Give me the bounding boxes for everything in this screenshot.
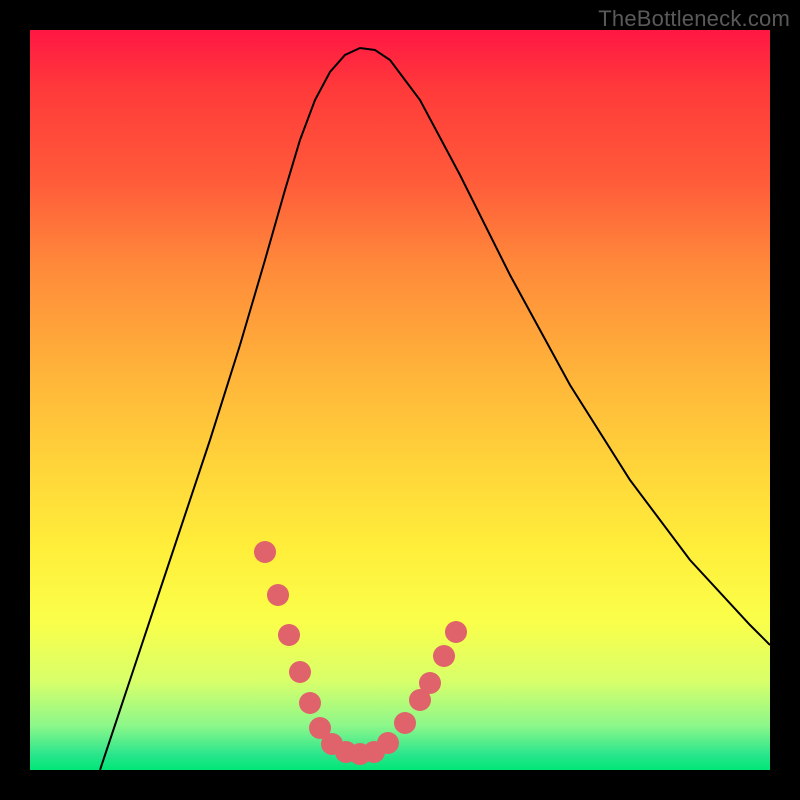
- curve-svg: [30, 30, 770, 770]
- plot-area: [30, 30, 770, 770]
- valley-marker: [278, 624, 300, 646]
- valley-marker: [254, 541, 276, 563]
- valley-marker: [419, 672, 441, 694]
- valley-marker: [394, 712, 416, 734]
- attribution-label: TheBottleneck.com: [598, 6, 790, 32]
- valley-marker: [267, 584, 289, 606]
- valley-marker: [289, 661, 311, 683]
- valley-marker: [445, 621, 467, 643]
- valley-marker: [377, 732, 399, 754]
- valley-markers: [254, 541, 467, 765]
- chart-container: TheBottleneck.com: [0, 0, 800, 800]
- valley-marker: [299, 692, 321, 714]
- valley-marker: [433, 645, 455, 667]
